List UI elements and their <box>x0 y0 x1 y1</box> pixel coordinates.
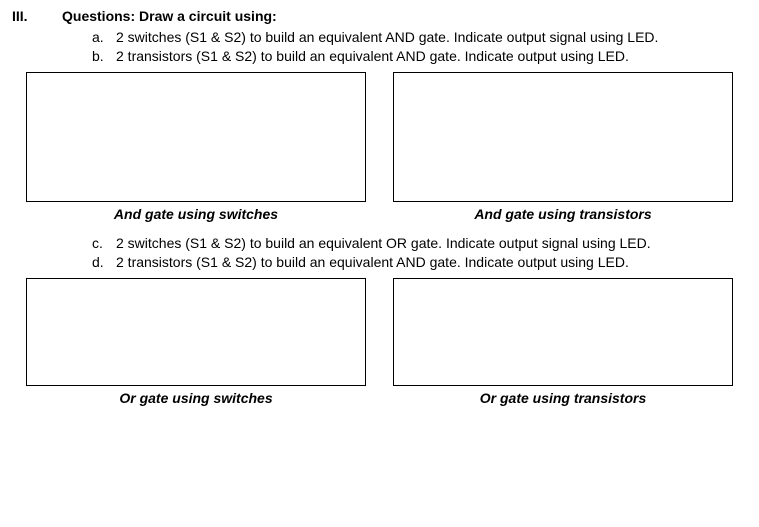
answer-box-and-transistors <box>393 72 733 202</box>
answer-box-wrapper: And gate using transistors <box>393 72 733 222</box>
answer-boxes-row-2: Or gate using switches Or gate using tra… <box>12 278 747 406</box>
item-text: 2 transistors (S1 & S2) to build an equi… <box>116 253 629 272</box>
item-text: 2 switches (S1 & S2) to build an equival… <box>116 234 651 253</box>
item-letter: d. <box>92 253 116 272</box>
list-item: b. 2 transistors (S1 & S2) to build an e… <box>92 47 747 66</box>
list-item: c. 2 switches (S1 & S2) to build an equi… <box>92 234 747 253</box>
answer-box-wrapper: Or gate using transistors <box>393 278 733 406</box>
item-letter: a. <box>92 28 116 47</box>
box-caption: And gate using switches <box>26 206 366 222</box>
answer-box-or-transistors <box>393 278 733 386</box>
box-caption: Or gate using switches <box>26 390 366 406</box>
list-item: d. 2 transistors (S1 & S2) to build an e… <box>92 253 747 272</box>
item-letter: b. <box>92 47 116 66</box>
list-block-ab: a. 2 switches (S1 & S2) to build an equi… <box>92 28 747 66</box>
answer-box-and-switches <box>26 72 366 202</box>
item-letter: c. <box>92 234 116 253</box>
box-caption: And gate using transistors <box>393 206 733 222</box>
answer-boxes-row-1: And gate using switches And gate using t… <box>12 72 747 222</box>
list-block-cd: c. 2 switches (S1 & S2) to build an equi… <box>92 234 747 272</box>
item-text: 2 switches (S1 & S2) to build an equival… <box>116 28 658 47</box>
box-caption: Or gate using transistors <box>393 390 733 406</box>
answer-box-wrapper: Or gate using switches <box>26 278 366 406</box>
answer-box-wrapper: And gate using switches <box>26 72 366 222</box>
section-title: Questions: Draw a circuit using: <box>62 8 277 24</box>
section-heading: III. Questions: Draw a circuit using: <box>12 8 747 24</box>
list-item: a. 2 switches (S1 & S2) to build an equi… <box>92 28 747 47</box>
answer-box-or-switches <box>26 278 366 386</box>
item-text: 2 transistors (S1 & S2) to build an equi… <box>116 47 629 66</box>
section-numeral: III. <box>12 8 62 24</box>
